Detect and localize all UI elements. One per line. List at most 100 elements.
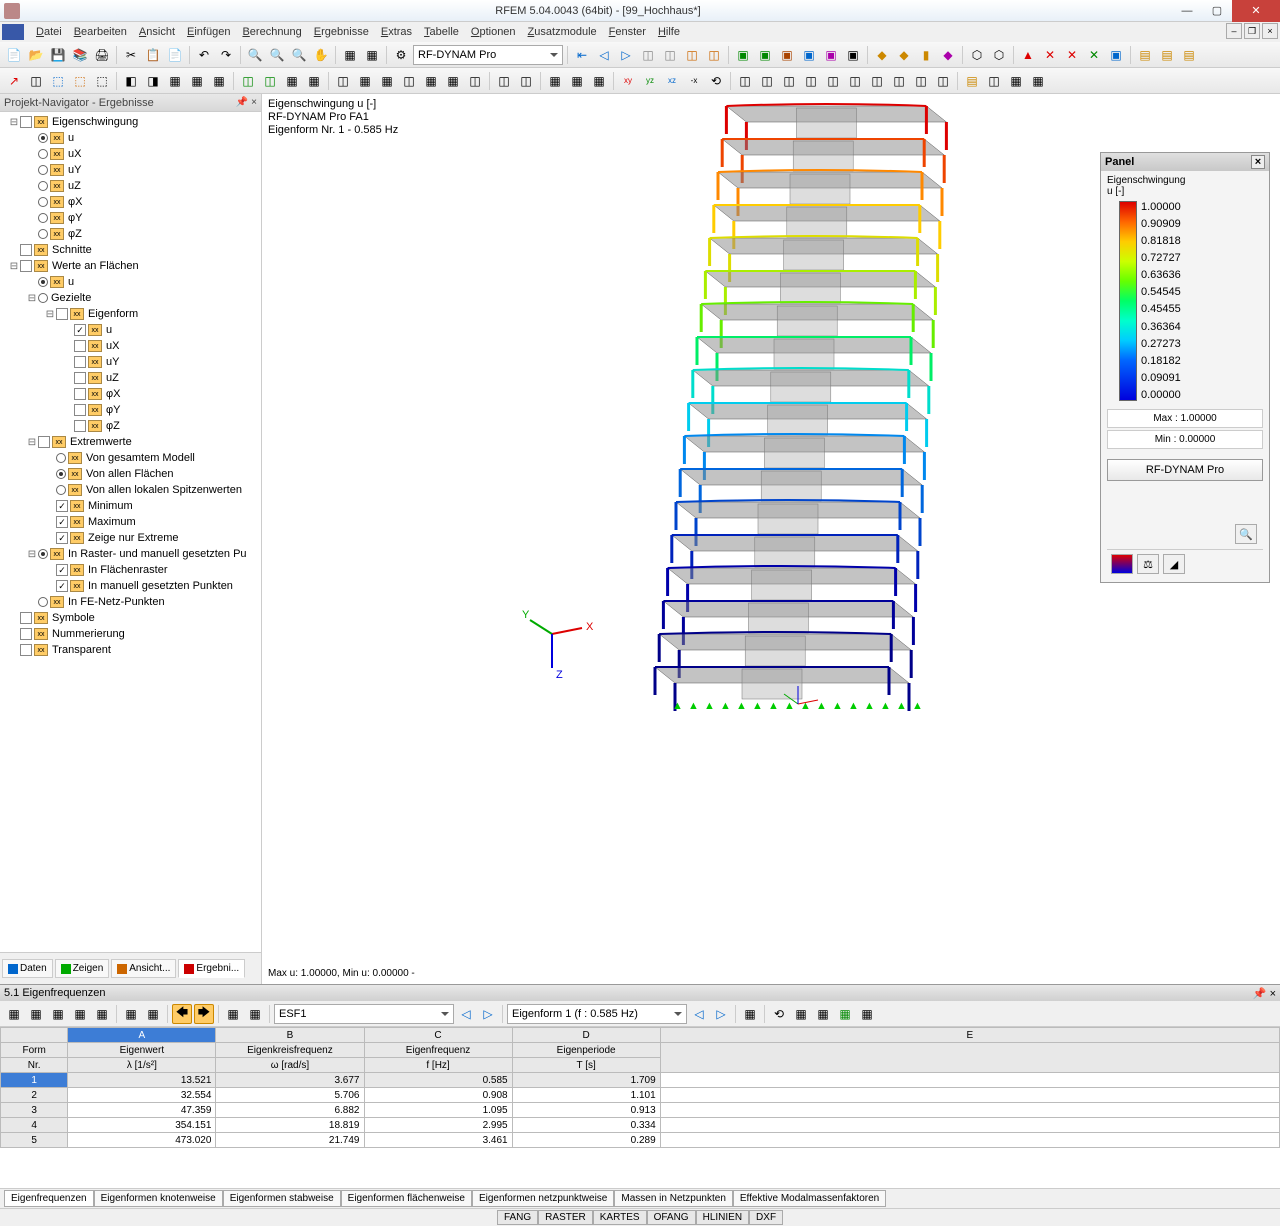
- t2-x-icon[interactable]: ▦: [545, 71, 565, 91]
- zoomin-icon[interactable]: 🔍: [267, 45, 287, 65]
- save-icon[interactable]: 💾: [48, 45, 68, 65]
- t2-ai[interactable]: ◫: [801, 71, 821, 91]
- t-k-icon[interactable]: ⬡: [967, 45, 987, 65]
- nav-prev-icon[interactable]: ◁: [594, 45, 614, 65]
- rt-o[interactable]: ▦: [813, 1004, 833, 1024]
- tree-node[interactable]: xxuY: [2, 162, 259, 178]
- results-tab[interactable]: Effektive Modalmassenfaktoren: [733, 1190, 886, 1207]
- tree-node[interactable]: xxTransparent: [2, 642, 259, 658]
- t2-al[interactable]: ◫: [867, 71, 887, 91]
- t2-ak[interactable]: ◫: [845, 71, 865, 91]
- t2-p-icon[interactable]: ▦: [355, 71, 375, 91]
- results-grid[interactable]: ABCDEFormEigenwertEigenkreisfrequenzEige…: [0, 1027, 1280, 1188]
- t2-f-icon[interactable]: ◧: [121, 71, 141, 91]
- rt-next2[interactable]: ▷: [711, 1004, 731, 1024]
- tree-node[interactable]: ⊟xxExtremwerte: [2, 434, 259, 450]
- view1-icon[interactable]: ▦: [340, 45, 360, 65]
- t2-ah[interactable]: ◫: [779, 71, 799, 91]
- t2-a-icon[interactable]: ↗: [4, 71, 24, 91]
- rt-c[interactable]: ▦: [48, 1004, 68, 1024]
- t2-ae[interactable]: ⟲: [706, 71, 726, 91]
- menu-fenster[interactable]: Fenster: [603, 24, 652, 40]
- results-pin-icon[interactable]: 📌 ×: [1253, 987, 1276, 1000]
- t2-ag[interactable]: ◫: [757, 71, 777, 91]
- status-item[interactable]: FANG: [497, 1210, 538, 1225]
- mdi-minimize[interactable]: –: [1226, 23, 1242, 39]
- menu-hilfe[interactable]: Hilfe: [652, 24, 686, 40]
- t2-z-icon[interactable]: ▦: [589, 71, 609, 91]
- t-g-icon[interactable]: ◆: [872, 45, 892, 65]
- t-p-icon[interactable]: ✕: [1084, 45, 1104, 65]
- results-tab[interactable]: Eigenformen stabweise: [223, 1190, 341, 1207]
- new-icon[interactable]: 📄: [4, 45, 24, 65]
- rt-next1[interactable]: ▷: [478, 1004, 498, 1024]
- view2-icon[interactable]: ▦: [362, 45, 382, 65]
- cube3-icon[interactable]: ◫: [682, 45, 702, 65]
- t2-ad[interactable]: -x: [684, 71, 704, 91]
- results-combo1[interactable]: ESF1: [274, 1004, 454, 1024]
- t2-t-icon[interactable]: ▦: [443, 71, 463, 91]
- rt-k[interactable]: ▦: [245, 1004, 265, 1024]
- t-l-icon[interactable]: ⬡: [989, 45, 1009, 65]
- menu-zusatzmodule[interactable]: Zusatzmodule: [522, 24, 603, 40]
- undo-icon[interactable]: ↶: [194, 45, 214, 65]
- t-j-icon[interactable]: ◆: [938, 45, 958, 65]
- print-icon[interactable]: 🖨: [92, 45, 112, 65]
- t2-y-icon[interactable]: ▦: [567, 71, 587, 91]
- t2-j-icon[interactable]: ▦: [209, 71, 229, 91]
- menu-tabelle[interactable]: Tabelle: [418, 24, 465, 40]
- t2-l-icon[interactable]: ◫: [260, 71, 280, 91]
- t2-aj[interactable]: ◫: [823, 71, 843, 91]
- rt-prev2[interactable]: ◁: [689, 1004, 709, 1024]
- nav-tab[interactable]: Daten: [2, 959, 53, 978]
- panel-btn3[interactable]: ◢: [1163, 554, 1185, 574]
- tree-node[interactable]: xxuX: [2, 338, 259, 354]
- tree-node[interactable]: xxIn FE-Netz-Punkten: [2, 594, 259, 610]
- rt-f[interactable]: ▦: [121, 1004, 141, 1024]
- t2-u-icon[interactable]: ◫: [465, 71, 485, 91]
- t-i-icon[interactable]: ▮: [916, 45, 936, 65]
- t-q-icon[interactable]: ▣: [1106, 45, 1126, 65]
- t2-ao[interactable]: ◫: [933, 71, 953, 91]
- cube4-icon[interactable]: ◫: [704, 45, 724, 65]
- copy-icon[interactable]: 📋: [143, 45, 163, 65]
- panel-header[interactable]: Panel ×: [1101, 153, 1269, 171]
- tree-node[interactable]: xxuX: [2, 146, 259, 162]
- t2-s-icon[interactable]: ▦: [421, 71, 441, 91]
- t-a-icon[interactable]: ▣: [733, 45, 753, 65]
- t2-aq[interactable]: ◫: [984, 71, 1004, 91]
- redo-icon[interactable]: ↷: [216, 45, 236, 65]
- cube1-icon[interactable]: ◫: [638, 45, 658, 65]
- menu-optionen[interactable]: Optionen: [465, 24, 522, 40]
- t-b-icon[interactable]: ▣: [755, 45, 775, 65]
- menu-ergebnisse[interactable]: Ergebnisse: [308, 24, 375, 40]
- panel-module-button[interactable]: RF-DYNAM Pro: [1107, 459, 1263, 481]
- results-tab[interactable]: Eigenformen knotenweise: [94, 1190, 223, 1207]
- tree-node[interactable]: ⊟Gezielte: [2, 290, 259, 306]
- tree-node[interactable]: xxNummerierung: [2, 626, 259, 642]
- t2-ar[interactable]: ▦: [1006, 71, 1026, 91]
- tree-node[interactable]: xxu: [2, 130, 259, 146]
- t2-v-icon[interactable]: ◫: [494, 71, 514, 91]
- t2-w-icon[interactable]: ◫: [516, 71, 536, 91]
- open-icon[interactable]: 📂: [26, 45, 46, 65]
- tree-node[interactable]: xxSchnitte: [2, 242, 259, 258]
- tree-node[interactable]: ⊟xxEigenform: [2, 306, 259, 322]
- status-item[interactable]: KARTES: [593, 1210, 647, 1225]
- nav-next-icon[interactable]: ▷: [616, 45, 636, 65]
- cut-icon[interactable]: ✂: [121, 45, 141, 65]
- tree-node[interactable]: xxSymbole: [2, 610, 259, 626]
- cube2-icon[interactable]: ◫: [660, 45, 680, 65]
- rt-j[interactable]: ▦: [223, 1004, 243, 1024]
- t2-n-icon[interactable]: ▦: [304, 71, 324, 91]
- tree-node[interactable]: xxVon allen Flächen: [2, 466, 259, 482]
- nav-first-icon[interactable]: ⇤: [572, 45, 592, 65]
- minimize-button[interactable]: —: [1172, 0, 1202, 22]
- tree-node[interactable]: xxu: [2, 274, 259, 290]
- tree-node[interactable]: ⊟xxWerte an Flächen: [2, 258, 259, 274]
- tree-node[interactable]: ✓xxMaximum: [2, 514, 259, 530]
- t-t-icon[interactable]: ▤: [1179, 45, 1199, 65]
- t2-c-icon[interactable]: ⬚: [48, 71, 68, 91]
- tree-node[interactable]: ✓xxIn manuell gesetzten Punkten: [2, 578, 259, 594]
- t2-d-icon[interactable]: ⬚: [70, 71, 90, 91]
